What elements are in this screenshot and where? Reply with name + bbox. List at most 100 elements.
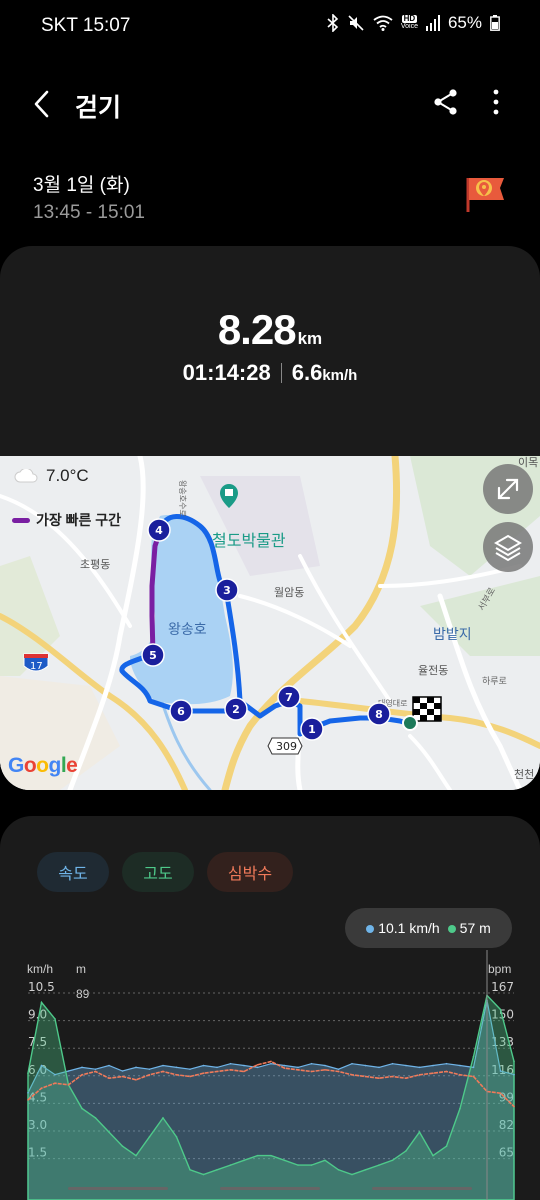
altitude-point: [54, 1018, 56, 1020]
altitude-point: [324, 1159, 326, 1162]
map-label-wangsong-road: 왕송호수로: [178, 480, 187, 517]
heart-rate-point: [94, 1070, 97, 1073]
speed-point: [391, 1062, 394, 1065]
route-marker-7[interactable]: 7: [277, 685, 301, 709]
distance-value: 8.28: [217, 306, 297, 353]
route-marker-5[interactable]: 5: [141, 643, 165, 667]
speed-point: [472, 1066, 475, 1069]
speed-point: [256, 1066, 259, 1069]
location-flag-icon[interactable]: [464, 172, 508, 216]
route-309-label: 309: [276, 740, 297, 753]
map-label-museum: 철도박물관: [212, 531, 286, 550]
speed-point: [418, 1066, 421, 1069]
heart-rate-point: [270, 1060, 272, 1063]
speed-point: [216, 1066, 218, 1069]
heart-rate-point: [108, 1077, 110, 1079]
altitude-point: [229, 1164, 232, 1166]
altitude-point: [445, 1145, 448, 1147]
svg-text:8: 8: [375, 708, 383, 721]
route-marker-3[interactable]: 3: [215, 578, 239, 602]
heart-rate-point: [202, 1072, 205, 1074]
route-marker-1[interactable]: 1: [300, 717, 324, 741]
heart-rate-point: [27, 1099, 29, 1101]
heart-rate-point: [513, 1105, 515, 1108]
map-label-lake: 왕송호: [168, 622, 207, 638]
altitude-point: [162, 1117, 164, 1119]
heart-rate-point: [405, 1077, 407, 1079]
altitude-point: [391, 1159, 394, 1162]
altitude-point: [108, 1131, 110, 1133]
speed-point: [364, 1064, 367, 1067]
weather: 7.0°C: [14, 466, 89, 486]
heart-rate-point: [189, 1075, 191, 1078]
map-layers-button[interactable]: [483, 522, 533, 572]
metrics-chart[interactable]: 10.51679.01507.51336.01164.5993.0821.565: [0, 816, 540, 1200]
heart-rate-point: [148, 1074, 151, 1076]
heart-rate-point: [229, 1069, 232, 1071]
system-nav-bar: [0, 1186, 540, 1200]
stats-divider: [280, 363, 282, 383]
altitude-point: [297, 1164, 299, 1166]
metrics-chart-card: 속도 고도 심박수 10.1 km/h 57 m km/h m bpm 89 1…: [0, 816, 540, 1200]
speed-point: [324, 1064, 326, 1067]
speed-point: [445, 1062, 448, 1065]
route-marker-4[interactable]: 4: [147, 518, 171, 542]
session-date: 3월 1일 (화): [33, 175, 130, 196]
layers-icon: [494, 534, 522, 562]
nav-back[interactable]: [372, 1187, 472, 1190]
heart-rate-point: [40, 1087, 43, 1089]
map-label-bambatji: 밤밭지: [433, 627, 472, 643]
route-marker-2[interactable]: 2: [224, 697, 248, 721]
altitude-point: [405, 1150, 407, 1152]
altitude-point: [256, 1154, 259, 1157]
speed-point: [148, 1068, 151, 1070]
speed-tick-label: 10.5: [28, 980, 55, 994]
heart-rate-point: [499, 1092, 502, 1094]
speed-point: [54, 1073, 56, 1076]
back-arrow-icon[interactable]: [28, 88, 56, 120]
speed-point: [243, 1064, 245, 1067]
status-icons: HD Voice 65%: [327, 13, 500, 33]
nav-recent[interactable]: [68, 1187, 168, 1190]
map-canvas[interactable]: 철도박물관 왕송호 초평동 월암동 밤밭지 율전동 하루로 서부로 이목 천천 …: [0, 456, 540, 790]
speed-point: [270, 1062, 272, 1065]
mute-icon: [348, 15, 364, 31]
heart-rate-point: [67, 1084, 70, 1086]
route-marker-6[interactable]: 6: [169, 699, 193, 723]
route-marker-8[interactable]: 8: [367, 702, 391, 726]
speed-point: [513, 1073, 515, 1076]
altitude-point: [364, 1168, 367, 1171]
heart-rate-point: [337, 1070, 340, 1073]
altitude-point: [135, 1154, 137, 1157]
speed-point: [229, 1062, 232, 1065]
heart-rate-point: [310, 1070, 313, 1073]
more-vertical-icon[interactable]: [486, 88, 506, 116]
sub-stats: 01:14:28 6.6km/h: [0, 360, 540, 386]
svg-text:1: 1: [308, 723, 316, 736]
svg-text:2: 2: [232, 703, 240, 716]
expand-map-button[interactable]: [483, 464, 533, 514]
duration: 01:14:28: [182, 360, 271, 385]
speed-point: [94, 1068, 97, 1070]
altitude-point: [202, 1173, 205, 1176]
heart-rate-point: [418, 1074, 421, 1076]
altitude-point: [378, 1164, 380, 1166]
svg-text:7: 7: [285, 691, 293, 704]
status-bar: SKT 15:07 HD Voice 65%: [0, 0, 540, 52]
route-map[interactable]: 철도박물관 왕송호 초평동 월암동 밤밭지 율전동 하루로 서부로 이목 천천 …: [0, 456, 540, 790]
speed-point: [108, 1064, 110, 1067]
heart-rate-point: [81, 1074, 83, 1076]
heart-rate-point: [445, 1070, 448, 1073]
heart-rate-point: [297, 1069, 299, 1071]
hd-label: HD: [401, 14, 418, 23]
svg-text:3: 3: [223, 584, 231, 597]
svg-text:6: 6: [177, 705, 185, 718]
map-label-uljeon: 율전동: [418, 664, 448, 677]
altitude-point: [283, 1159, 286, 1162]
altitude-point: [459, 1107, 461, 1110]
heart-rate-point: [472, 1075, 475, 1078]
speed-point: [40, 1064, 43, 1067]
share-icon[interactable]: [432, 88, 460, 116]
speed-point: [499, 1070, 502, 1072]
nav-home[interactable]: [220, 1187, 320, 1190]
